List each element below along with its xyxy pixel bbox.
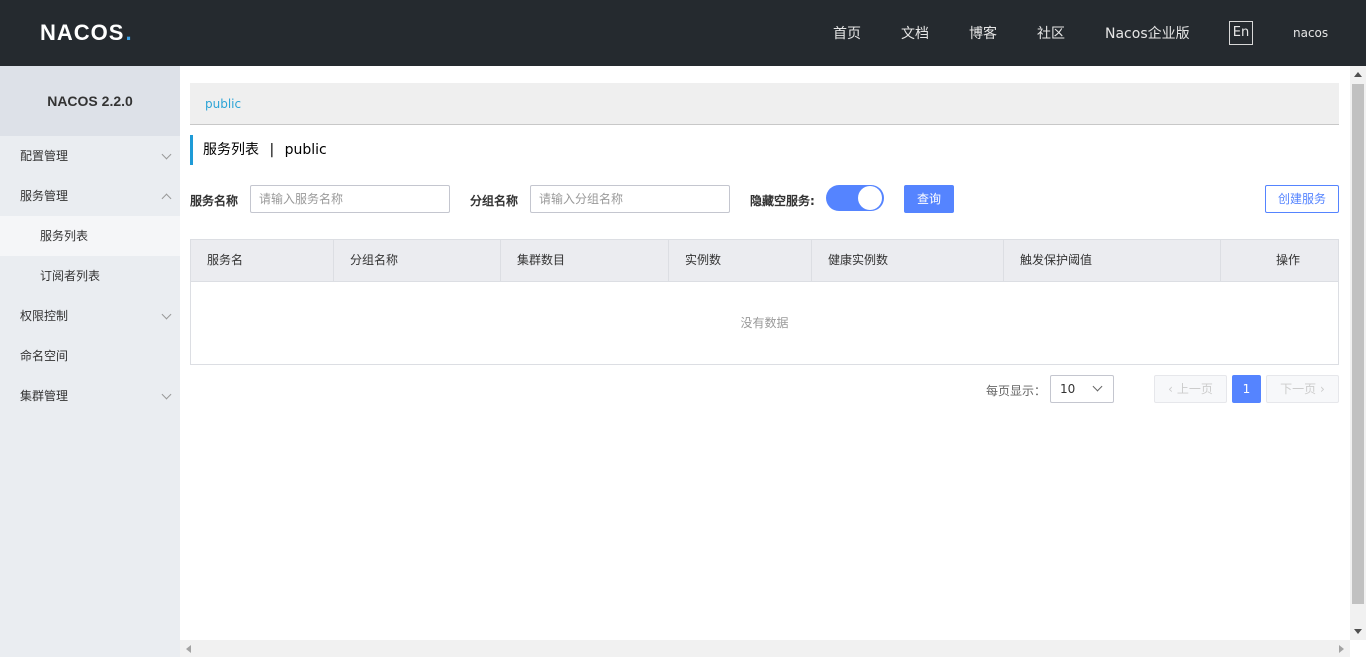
chevron-down-icon	[161, 149, 172, 160]
chevron-down-icon	[1092, 381, 1103, 392]
sidebar-item-label: 服务列表	[40, 229, 89, 243]
scrollbar-thumb[interactable]	[1352, 84, 1364, 604]
scroll-up-icon[interactable]	[1354, 72, 1362, 77]
page-number-button[interactable]: 1	[1232, 375, 1261, 403]
sidebar-item-cluster-management[interactable]: 集群管理	[0, 376, 180, 416]
sidebar-item-service-list[interactable]: 服务列表	[0, 216, 180, 256]
column-header: 实例数	[669, 240, 812, 281]
nav-blog[interactable]: 博客	[969, 23, 997, 43]
scroll-right-icon[interactable]	[1339, 645, 1344, 653]
table-header: 服务名 分组名称 集群数目 实例数 健康实例数 触发保护阈值 操作	[191, 240, 1338, 282]
page-title-separator: |	[269, 142, 275, 158]
page-size-label: 每页显示：	[986, 384, 1047, 398]
service-table: 服务名 分组名称 集群数目 实例数 健康实例数 触发保护阈值 操作 没有数据	[190, 239, 1339, 365]
toggle-knob	[858, 186, 882, 210]
user-menu[interactable]: nacos	[1293, 26, 1328, 40]
column-header: 集群数目	[501, 240, 669, 281]
namespace-bar: public	[190, 83, 1339, 125]
column-header: 健康实例数	[812, 240, 1004, 281]
logo-text: NACOS	[40, 20, 125, 45]
nacos-logo[interactable]: NACOS.	[40, 20, 133, 46]
horizontal-scrollbar[interactable]	[180, 640, 1350, 657]
group-name-input[interactable]: 请输入分组名称	[530, 185, 730, 213]
sidebar-item-namespace[interactable]: 命名空间	[0, 336, 180, 376]
sidebar-item-service-management[interactable]: 服务管理	[0, 176, 180, 216]
chevron-left-icon: ‹	[1168, 382, 1173, 396]
chevron-right-icon: ›	[1320, 382, 1325, 396]
sidebar-item-subscriber-list[interactable]: 订阅者列表	[0, 256, 180, 296]
page-title-text: 服务列表	[203, 142, 259, 158]
prev-page-button[interactable]: ‹ 上一页	[1154, 375, 1227, 403]
hide-empty-toggle[interactable]	[826, 185, 884, 211]
chevron-down-icon	[161, 309, 172, 320]
sidebar-item-label: 集群管理	[20, 389, 69, 403]
service-name-input[interactable]: 请输入服务名称	[250, 185, 450, 213]
top-header: NACOS. 首页 文档 博客 社区 Nacos企业版 En nacos	[0, 0, 1366, 66]
scroll-down-icon[interactable]	[1354, 629, 1362, 634]
main-content: public 服务列表 | public 服务名称 请输入服务名称 分组名称 请…	[180, 66, 1350, 640]
column-header: 操作	[1275, 253, 1300, 267]
page-title: 服务列表 | public	[190, 135, 327, 165]
logo-dot: .	[125, 20, 133, 45]
sidebar-title: NACOS 2.2.0	[0, 66, 180, 136]
hide-empty-label: 隐藏空服务:	[750, 194, 815, 208]
empty-state: 没有数据	[740, 316, 789, 330]
next-page-button[interactable]: 下一页 ›	[1266, 375, 1339, 403]
language-toggle-button[interactable]: En	[1229, 21, 1253, 45]
prev-page-label: 上一页	[1176, 382, 1213, 396]
vertical-scrollbar[interactable]	[1350, 66, 1366, 640]
column-header: 服务名	[191, 240, 334, 281]
chevron-up-icon	[161, 193, 172, 204]
column-header: 触发保护阈值	[1004, 240, 1221, 281]
scroll-left-icon[interactable]	[186, 645, 191, 653]
sidebar-item-label: 权限控制	[20, 309, 69, 323]
page-size-value: 10	[1060, 382, 1076, 396]
query-button[interactable]: 查询	[904, 185, 954, 213]
column-header: 分组名称	[334, 240, 501, 281]
sidebar-item-label: 订阅者列表	[40, 269, 101, 283]
next-page-label: 下一页	[1280, 382, 1317, 396]
nav-home[interactable]: 首页	[833, 23, 861, 43]
nav-docs[interactable]: 文档	[901, 23, 929, 43]
page-size-select[interactable]: 10	[1050, 375, 1114, 403]
group-name-label: 分组名称	[470, 194, 519, 208]
chevron-down-icon	[161, 389, 172, 400]
nav-community[interactable]: 社区	[1037, 23, 1065, 43]
sidebar-item-label: 配置管理	[20, 149, 69, 163]
sidebar-item-label: 服务管理	[20, 189, 69, 203]
namespace-link-public[interactable]: public	[205, 97, 241, 111]
sidebar-item-access-control[interactable]: 权限控制	[0, 296, 180, 336]
sidebar: NACOS 2.2.0 配置管理 服务管理 服务列表 订阅者列表 权限控制 命名…	[0, 66, 180, 657]
page-title-namespace: public	[284, 142, 327, 158]
sidebar-item-config-management[interactable]: 配置管理	[0, 136, 180, 176]
search-form: 服务名称 请输入服务名称 分组名称 请输入分组名称 隐藏空服务: 查询 创建服务	[190, 184, 1339, 214]
nav-enterprise[interactable]: Nacos企业版	[1105, 23, 1190, 43]
sidebar-item-label: 命名空间	[20, 349, 69, 363]
create-service-button[interactable]: 创建服务	[1265, 185, 1339, 213]
service-name-label: 服务名称	[190, 194, 239, 208]
